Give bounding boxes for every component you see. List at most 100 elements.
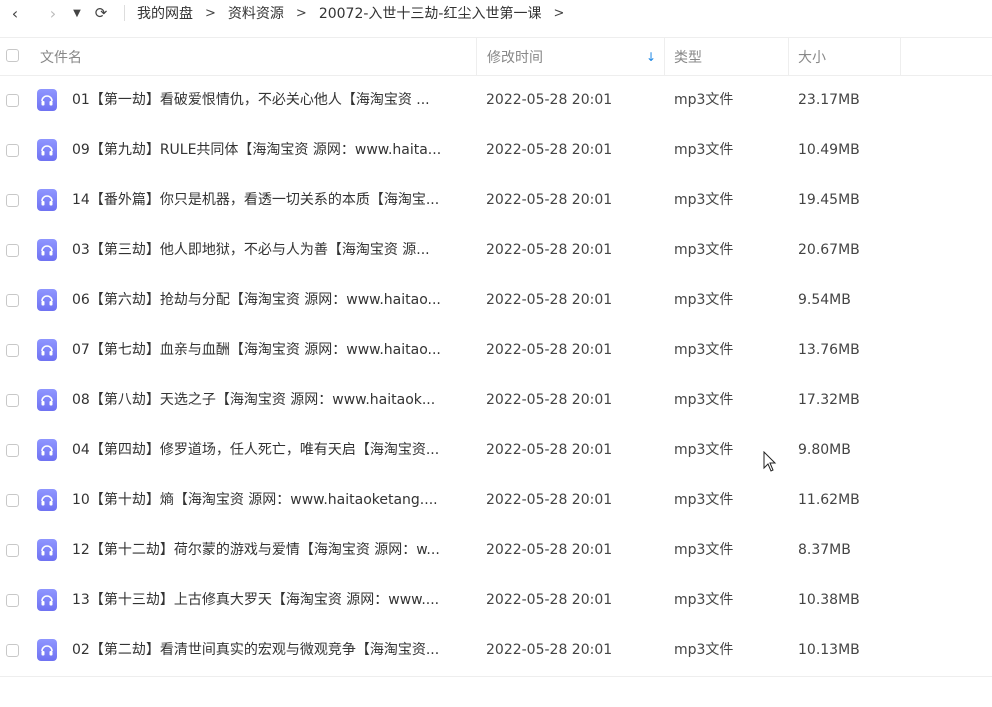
refresh-icon[interactable]: ⟳	[90, 2, 112, 24]
file-size: 8.37MB	[798, 542, 851, 558]
row-checkbox[interactable]	[6, 394, 19, 407]
file-row[interactable]: 08【第八劫】天选之子【海淘宝资 源网：www.haitaok... 2022-0…	[0, 375, 992, 425]
toolbar-divider	[124, 5, 125, 21]
file-row[interactable]: 12【第十二劫】荷尔蒙的游戏与爱情【海淘宝资 源网：w... 2022-05-28…	[0, 525, 992, 575]
file-name[interactable]: 02【第二劫】看清世间真实的宏观与微观竞争【海淘宝资...	[72, 625, 468, 675]
file-size: 10.38MB	[798, 592, 860, 608]
row-checkbox[interactable]	[6, 244, 19, 257]
file-size: 9.54MB	[798, 292, 851, 308]
file-name[interactable]: 13【第十三劫】上古修真大罗天【海淘宝资 源网：www....	[72, 575, 468, 625]
file-row[interactable]: 04【第四劫】修罗道场，任人死亡，唯有天启【海淘宝资... 2022-05-28 …	[0, 425, 992, 475]
file-modified-time: 2022-05-28 20:01	[486, 242, 613, 258]
navigation-bar: ‹ › ▼ ⟳ 我的网盘 > 资料资源 > 20072-入世十三劫-红尘入世第一…	[0, 0, 992, 26]
row-checkbox[interactable]	[6, 294, 19, 307]
file-row[interactable]: 10【第十劫】熵【海淘宝资 源网：www.haitaoketang.... 202…	[0, 475, 992, 525]
audio-file-icon	[37, 389, 57, 411]
file-type: mp3文件	[674, 342, 734, 358]
list-bottom-divider	[0, 676, 992, 677]
row-checkbox[interactable]	[6, 344, 19, 357]
audio-file-icon	[37, 539, 57, 561]
file-modified-time: 2022-05-28 20:01	[486, 642, 613, 658]
file-list-header: 文件名 修改时间 ↓ 类型 大小	[0, 37, 992, 76]
row-checkbox[interactable]	[6, 644, 19, 657]
row-checkbox[interactable]	[6, 144, 19, 157]
row-checkbox[interactable]	[6, 94, 19, 107]
file-type: mp3文件	[674, 242, 734, 258]
file-type: mp3文件	[674, 142, 734, 158]
sort-descending-icon[interactable]: ↓	[646, 50, 656, 64]
audio-file-icon	[37, 139, 57, 161]
file-row[interactable]: 07【第七劫】血亲与血酬【海淘宝资 源网：www.haitao... 2022-0…	[0, 325, 992, 375]
file-size: 13.76MB	[798, 342, 860, 358]
file-name[interactable]: 10【第十劫】熵【海淘宝资 源网：www.haitaoketang....	[72, 475, 468, 525]
file-modified-time: 2022-05-28 20:01	[486, 592, 613, 608]
file-size: 19.45MB	[798, 192, 860, 208]
row-checkbox[interactable]	[6, 194, 19, 207]
file-modified-time: 2022-05-28 20:01	[486, 92, 613, 108]
breadcrumb-separator: >	[295, 5, 307, 21]
file-type: mp3文件	[674, 392, 734, 408]
breadcrumb-item-resources[interactable]: 资料资源	[228, 3, 284, 23]
file-size: 10.13MB	[798, 642, 860, 658]
audio-file-icon	[37, 589, 57, 611]
file-type: mp3文件	[674, 92, 734, 108]
file-row[interactable]: 13【第十三劫】上古修真大罗天【海淘宝资 源网：www.... 2022-05-2…	[0, 575, 992, 625]
audio-file-icon	[37, 89, 57, 111]
audio-file-icon	[37, 239, 57, 261]
file-type: mp3文件	[674, 192, 734, 208]
row-checkbox[interactable]	[6, 544, 19, 557]
mouse-cursor-icon	[763, 451, 777, 472]
file-name[interactable]: 01【第一劫】看破爱恨情仇，不必关心他人【海淘宝资 ...	[72, 75, 468, 125]
row-checkbox[interactable]	[6, 494, 19, 507]
file-size: 23.17MB	[798, 92, 860, 108]
breadcrumb-separator: >	[205, 5, 216, 21]
history-dropdown-icon[interactable]: ▼	[70, 2, 84, 24]
file-modified-time: 2022-05-28 20:01	[486, 192, 613, 208]
file-name[interactable]: 14【番外篇】你只是机器，看透一切关系的本质【海淘宝...	[72, 175, 468, 225]
audio-file-icon	[37, 439, 57, 461]
file-size: 11.62MB	[798, 492, 860, 508]
file-modified-time: 2022-05-28 20:01	[486, 142, 613, 158]
file-name[interactable]: 08【第八劫】天选之子【海淘宝资 源网：www.haitaok...	[72, 375, 468, 425]
row-checkbox[interactable]	[6, 594, 19, 607]
file-name[interactable]: 04【第四劫】修罗道场，任人死亡，唯有天启【海淘宝资...	[72, 425, 468, 475]
breadcrumb: 我的网盘 > 资料资源 > 20072-入世十三劫-红尘入世第一课 >	[137, 3, 576, 23]
audio-file-icon	[37, 339, 57, 361]
file-name[interactable]: 12【第十二劫】荷尔蒙的游戏与爱情【海淘宝资 源网：w...	[72, 525, 468, 575]
row-checkbox[interactable]	[6, 444, 19, 457]
file-row[interactable]: 01【第一劫】看破爱恨情仇，不必关心他人【海淘宝资 ... 2022-05-28 …	[0, 75, 992, 125]
file-modified-time: 2022-05-28 20:01	[486, 492, 613, 508]
breadcrumb-item-current-folder[interactable]: 20072-入世十三劫-红尘入世第一课	[319, 3, 542, 23]
select-all-checkbox[interactable]	[6, 49, 19, 62]
column-header-modified-time[interactable]: 修改时间 ↓	[476, 38, 664, 75]
file-modified-time: 2022-05-28 20:01	[486, 342, 613, 358]
forward-arrow-icon[interactable]: ›	[42, 2, 64, 24]
file-row[interactable]: 14【番外篇】你只是机器，看透一切关系的本质【海淘宝... 2022-05-28 …	[0, 175, 992, 225]
file-row[interactable]: 06【第六劫】抢劫与分配【海淘宝资 源网：www.haitao... 2022-0…	[0, 275, 992, 325]
file-modified-time: 2022-05-28 20:01	[486, 292, 613, 308]
back-arrow-icon[interactable]: ‹	[4, 2, 26, 24]
file-row[interactable]: 02【第二劫】看清世间真实的宏观与微观竞争【海淘宝资... 2022-05-28 …	[0, 625, 992, 675]
file-row[interactable]: 03【第三劫】他人即地狱，不必与人为善【海淘宝资 源... 2022-05-28 …	[0, 225, 992, 275]
file-row[interactable]: 09【第九劫】RULE共同体【海淘宝资 源网：www.haita... 2022-…	[0, 125, 992, 175]
file-type: mp3文件	[674, 642, 734, 658]
file-type: mp3文件	[674, 292, 734, 308]
audio-file-icon	[37, 639, 57, 661]
column-header-name[interactable]: 文件名	[40, 38, 475, 75]
breadcrumb-item-my-drive[interactable]: 我的网盘	[137, 3, 193, 23]
audio-file-icon	[37, 289, 57, 311]
file-size: 9.80MB	[798, 442, 851, 458]
audio-file-icon	[37, 489, 57, 511]
file-type: mp3文件	[674, 542, 734, 558]
file-name[interactable]: 06【第六劫】抢劫与分配【海淘宝资 源网：www.haitao...	[72, 275, 468, 325]
file-size: 10.49MB	[798, 142, 860, 158]
column-header-size[interactable]: 大小	[788, 38, 901, 75]
file-name[interactable]: 09【第九劫】RULE共同体【海淘宝资 源网：www.haita...	[72, 125, 468, 175]
breadcrumb-expand-arrow[interactable]: >	[553, 6, 564, 21]
file-name[interactable]: 03【第三劫】他人即地狱，不必与人为善【海淘宝资 源...	[72, 225, 468, 275]
file-type: mp3文件	[674, 492, 734, 508]
file-modified-time: 2022-05-28 20:01	[486, 542, 613, 558]
file-size: 20.67MB	[798, 242, 860, 258]
column-header-type[interactable]: 类型	[664, 38, 788, 75]
file-name[interactable]: 07【第七劫】血亲与血酬【海淘宝资 源网：www.haitao...	[72, 325, 468, 375]
